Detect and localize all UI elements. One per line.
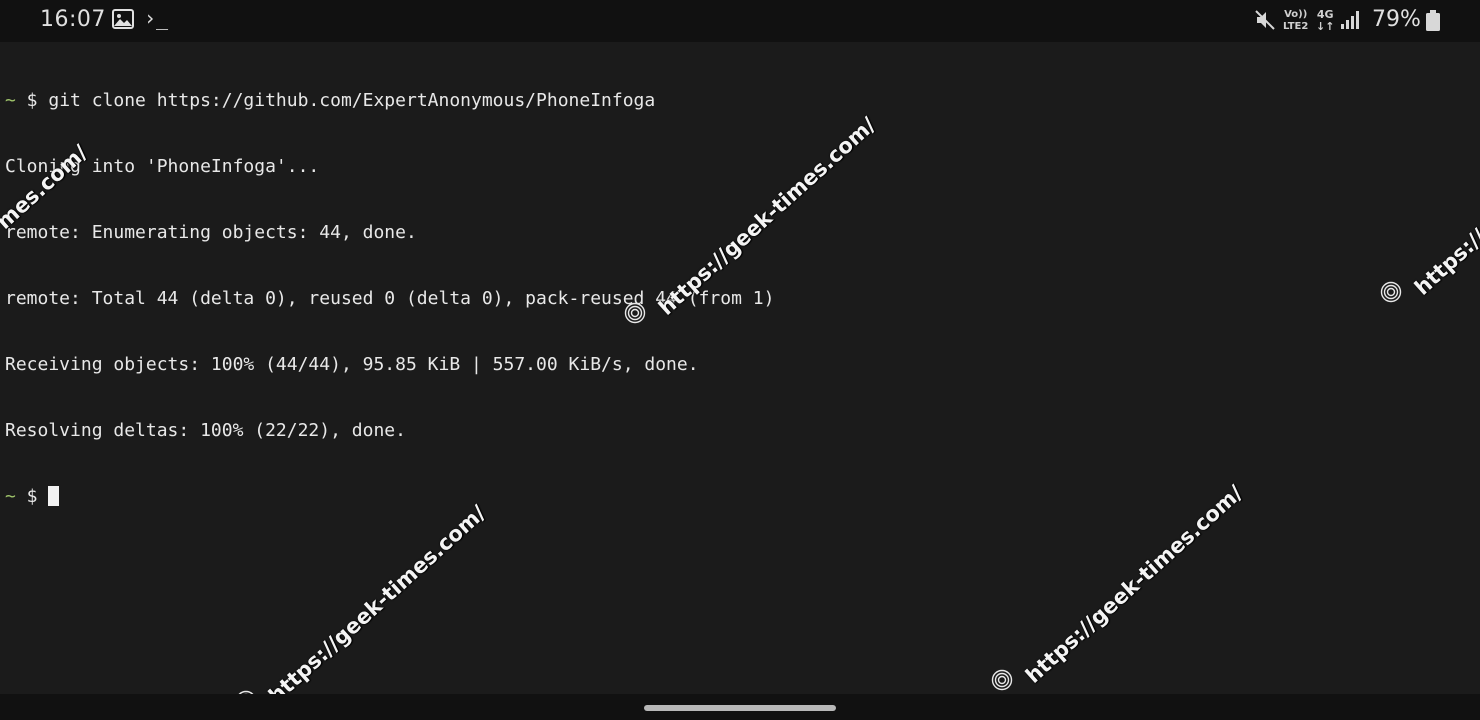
- output-line: Receiving objects: 100% (44/44), 95.85 K…: [5, 354, 699, 375]
- home-gesture-handle[interactable]: [644, 705, 836, 711]
- terminal-icon: ›_: [144, 6, 169, 30]
- network-type-indicator: 4G ↓↑: [1316, 9, 1334, 33]
- prompt-tilde: ~: [5, 486, 16, 507]
- battery-icon: [1426, 10, 1440, 37]
- gallery-icon: [112, 9, 134, 34]
- mute-icon: [1254, 9, 1276, 36]
- terminal-output[interactable]: ~ $ git clone https://github.com/ExpertA…: [5, 46, 1475, 552]
- watermark-logo-icon: [991, 669, 1013, 691]
- signal-icon: [1340, 10, 1362, 35]
- prompt-dollar: $: [15, 90, 49, 111]
- navigation-bar: [0, 694, 1480, 720]
- status-time: 16:07: [40, 7, 106, 32]
- battery-percent: 79%: [1372, 7, 1421, 32]
- command-line: ~ $ git clone https://github.com/ExpertA…: [5, 90, 1475, 112]
- prompt-tilde: ~: [5, 90, 16, 111]
- terminal-screen: 16:07 ›_ Vo)) LTE2 4G ↓↑ 79% ~ $ git clo…: [0, 0, 1480, 720]
- status-bar: 16:07 ›_ Vo)) LTE2 4G ↓↑ 79%: [0, 0, 1480, 42]
- text-cursor: [48, 486, 60, 506]
- volte-line1: Vo)): [1284, 9, 1308, 20]
- watermark-logo-icon: [624, 302, 646, 324]
- prompt-dollar: $: [15, 486, 49, 507]
- output-line: remote: Total 44 (delta 0), reused 0 (de…: [5, 288, 775, 309]
- volte-line2: LTE2: [1283, 21, 1309, 32]
- prompt-line[interactable]: ~ $: [5, 486, 1475, 508]
- command-text: git clone https://github.com/ExpertAnony…: [48, 90, 656, 111]
- output-line: Cloning into 'PhoneInfoga'...: [5, 156, 320, 177]
- network-arrows: ↓↑: [1316, 20, 1335, 33]
- output-line: Resolving deltas: 100% (22/22), done.: [5, 420, 406, 441]
- watermark-logo-icon: [1380, 281, 1402, 303]
- volte-indicator: Vo)) LTE2: [1283, 9, 1308, 33]
